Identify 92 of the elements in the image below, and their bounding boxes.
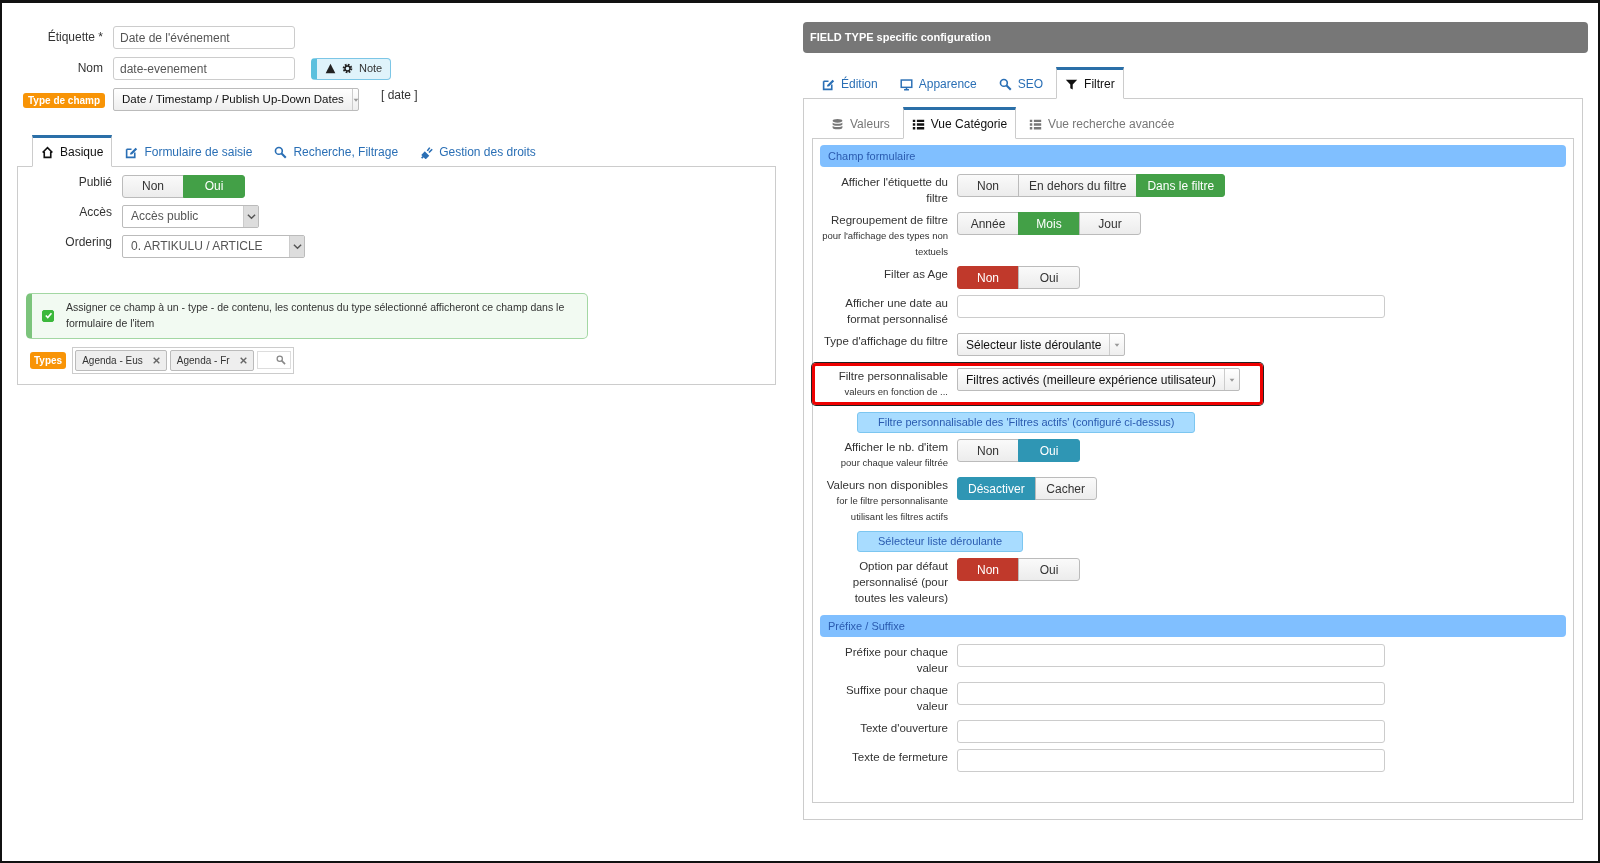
field-label: Texte d'ouverture xyxy=(860,722,948,734)
select-field[interactable]: Sélecteur liste déroulante xyxy=(957,333,1126,356)
field-label: Accès xyxy=(78,204,113,221)
toggle-option[interactable]: Non xyxy=(122,174,184,198)
field-label: Filtre personnalisable xyxy=(838,370,948,382)
field-label: Type d'affichage du filtre xyxy=(823,335,948,347)
toggle-option[interactable]: Oui xyxy=(1018,266,1080,289)
search-icon xyxy=(274,145,288,159)
field-label: Nom xyxy=(76,60,104,77)
field-label: Filter as Age xyxy=(884,268,948,280)
gear-icon xyxy=(342,63,353,74)
alert-text: Assigner ce champ à un - type - de contenu, les contenus du type sélectionné afficheront ce champ dans le formulaire de l'item xyxy=(66,300,566,331)
toggle-option[interactable]: Non xyxy=(957,439,1019,462)
chevron-icon xyxy=(246,211,256,221)
text-field[interactable]: Date de l'événement xyxy=(113,26,295,49)
toggle-option[interactable]: Année xyxy=(957,212,1019,235)
list-icon xyxy=(911,117,925,131)
note-button[interactable]: Note xyxy=(311,57,392,80)
section-header: Champ formulaire xyxy=(820,145,1566,167)
tab[interactable]: Recherche, Filtrage xyxy=(265,135,408,167)
edit-icon xyxy=(125,145,139,159)
tab[interactable]: Filtrer xyxy=(1056,67,1124,99)
field-label: Afficher le nb. d'item xyxy=(844,441,948,453)
edit-icon xyxy=(822,77,835,91)
field-label: Valeurs non disponibles xyxy=(826,479,948,491)
monitor-icon xyxy=(899,77,913,91)
field-hint: pour l'affichage des types non textuels xyxy=(821,229,948,259)
field-label: Étiquette * xyxy=(46,28,104,46)
remove-icon xyxy=(152,356,160,364)
database-icon xyxy=(831,117,844,131)
home-icon xyxy=(41,145,54,159)
field-hint: valeurs en fonction de ... xyxy=(843,385,948,399)
caret-icon xyxy=(1229,376,1236,383)
toggle-option[interactable]: Cacher xyxy=(1034,477,1097,500)
tag-input[interactable]: Agenda - Eus Agenda - Fr xyxy=(72,346,294,374)
tab[interactable]: Édition xyxy=(813,67,887,99)
field-label: Afficher l'étiquette du filtre xyxy=(841,176,948,204)
select-field[interactable]: Date / Timestamp / Publish Up-Down Dates xyxy=(113,88,359,111)
text-field[interactable] xyxy=(957,682,1385,705)
toggle-option[interactable]: Jour xyxy=(1079,212,1141,235)
panel-header: FIELD TYPE specific configuration xyxy=(803,22,1588,53)
toggle-option[interactable]: Non xyxy=(957,558,1019,581)
field-label: Option par défaut personnalisé (pour toutes les valeurs) xyxy=(852,560,948,604)
field-hint: for le filtre personnalisante utilisant les filtres actifs xyxy=(835,494,948,524)
field-label: Suffixe pour chaque valeur xyxy=(845,684,948,712)
tab[interactable]: Basique xyxy=(32,135,113,167)
search-icon xyxy=(998,77,1012,91)
info-button[interactable]: Filtre personnalisable des 'Filtres actifs' (configuré ci-dessus) xyxy=(857,412,1196,433)
plug-icon xyxy=(420,145,434,159)
select-field[interactable]: Filtres activés (meilleure expérience utilisateur) xyxy=(957,368,1241,391)
toggle-option[interactable]: Non xyxy=(957,266,1019,289)
section-header: Préfixe / Suffixe xyxy=(820,615,1566,637)
toggle-option[interactable]: Oui xyxy=(1018,558,1080,581)
field-type-badge: Type de champ xyxy=(23,92,106,108)
tab[interactable]: Valeurs xyxy=(822,107,899,139)
chevron-icon xyxy=(292,241,302,251)
funnel-icon xyxy=(1065,77,1079,91)
text-field[interactable] xyxy=(957,749,1385,772)
tab[interactable]: Vue recherche avancée xyxy=(1020,107,1184,139)
field-label: Préfixe pour chaque valeur xyxy=(845,646,948,674)
field-label: Publié xyxy=(77,174,113,191)
tab[interactable]: Vue Catégorie xyxy=(902,107,1017,139)
tab[interactable]: Gestion des droits xyxy=(411,135,545,167)
select-field[interactable]: Accès public xyxy=(122,204,259,228)
field-label: Texte de fermeture xyxy=(852,751,948,763)
remove-icon xyxy=(239,356,247,364)
field-hint: pour chaque valeur filtrée xyxy=(839,456,948,470)
toggle-option[interactable]: Non xyxy=(957,174,1019,197)
field-label: Ordering xyxy=(64,234,113,251)
checkbox[interactable] xyxy=(42,309,54,322)
tab[interactable]: SEO xyxy=(989,67,1053,99)
toggle-option[interactable]: En dehors du filtre xyxy=(1018,174,1138,197)
field-label: Afficher une date au format personnalisé xyxy=(845,297,948,325)
text-field[interactable] xyxy=(957,295,1385,318)
types-badge: Types xyxy=(30,351,67,369)
text-field[interactable]: date-evenement xyxy=(113,57,295,80)
select-field[interactable]: 0. ARTIKULU / ARTICLE xyxy=(122,234,305,258)
caret-icon xyxy=(352,96,359,103)
caret-icon xyxy=(1114,341,1121,348)
field-label: Regroupement de filtre xyxy=(831,214,948,226)
text-field[interactable] xyxy=(957,720,1385,743)
info-button[interactable]: Sélecteur liste déroulante xyxy=(857,531,1024,552)
tag: Agenda - Fr xyxy=(169,349,254,371)
tab[interactable]: Apparence xyxy=(890,67,986,99)
tag: Agenda - Eus xyxy=(75,349,167,371)
warning-icon xyxy=(325,63,336,74)
type-hint: [ date ] xyxy=(381,87,418,104)
tab[interactable]: Formulaire de saisie xyxy=(116,135,262,167)
list-icon xyxy=(1029,117,1043,131)
check-icon xyxy=(43,311,53,321)
text-field[interactable] xyxy=(957,644,1385,667)
search-icon xyxy=(275,355,286,365)
